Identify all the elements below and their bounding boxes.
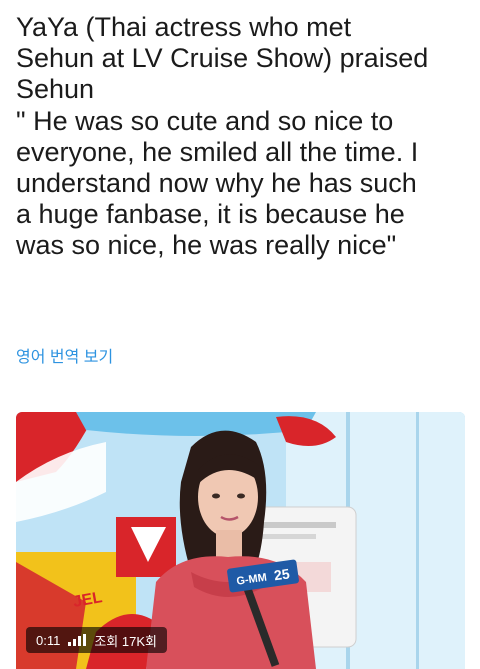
tweet-text: YaYa (Thai actress who met Sehun at LV C… <box>16 12 429 261</box>
video-info-overlay: 0:11 조회 17K회 <box>26 627 167 653</box>
translate-link[interactable]: 영어 번역 보기 <box>16 343 113 367</box>
volume-bars-icon <box>68 634 87 646</box>
mic-flag-right: 25 <box>273 565 291 583</box>
video-media[interactable]: JEL G-MM 25 0:11 조회 17K회 <box>16 412 465 669</box>
view-count: 조회 17K회 <box>94 633 157 649</box>
video-time: 0:11 <box>36 632 61 648</box>
